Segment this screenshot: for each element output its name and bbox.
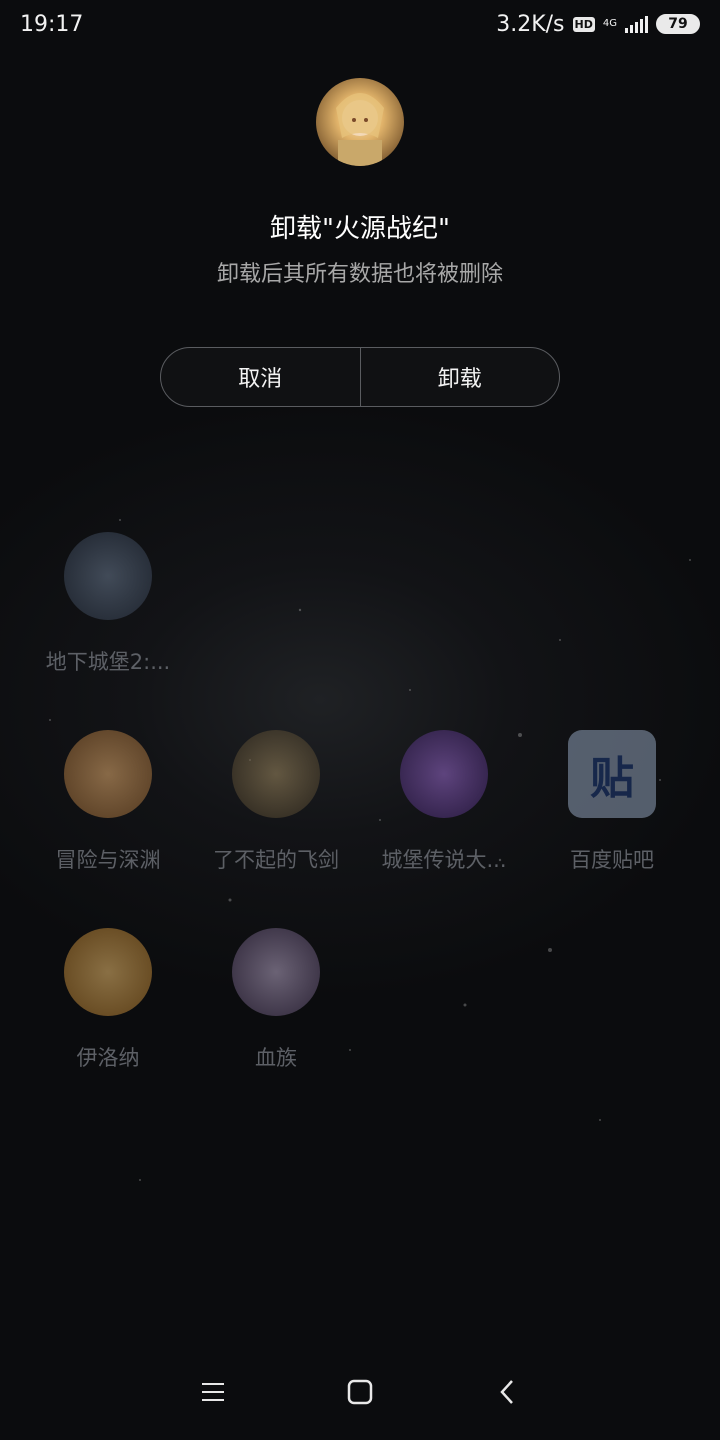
app-item-dungeon-castle[interactable]: 地下城堡2:...: [24, 532, 192, 676]
app-label: 城堡传说大...: [381, 848, 507, 872]
network-type: 4G: [602, 18, 617, 29]
app-label: 地下城堡2:...: [45, 650, 171, 674]
status-icons: 3.2K/s HD 4G 79: [496, 12, 700, 37]
home-button[interactable]: [336, 1368, 384, 1416]
dialog-button-group: 取消 卸载: [160, 347, 560, 407]
back-icon: [499, 1380, 513, 1404]
app-label: 百度贴吧: [570, 848, 654, 872]
vampire-icon: [232, 928, 320, 1016]
cancel-button[interactable]: 取消: [161, 348, 360, 406]
dialog-subtitle: 卸载后其所有数据也将被删除: [216, 262, 503, 287]
adventure-abyss-icon: [64, 730, 152, 818]
app-item-tieba[interactable]: 贴 百度贴吧: [528, 730, 696, 874]
status-bar: 19:17 3.2K/s HD 4G 79: [0, 0, 720, 48]
uninstall-button[interactable]: 卸载: [359, 348, 560, 406]
app-item-adventure-abyss[interactable]: 冒险与深渊: [24, 730, 192, 874]
tieba-icon: 贴: [568, 730, 656, 818]
battery-icon: 79: [656, 14, 700, 34]
castle-legend-icon: [400, 730, 488, 818]
menu-icon: [202, 1383, 225, 1401]
app-icon-huoyuan: [316, 78, 404, 166]
navigation-bar: [0, 1344, 720, 1440]
menu-button[interactable]: [189, 1368, 237, 1416]
app-item-elona[interactable]: 伊洛纳: [24, 928, 192, 1072]
network-speed: 3.2K/s: [496, 11, 565, 37]
app-item-castle-legend[interactable]: 城堡传说大...: [360, 730, 528, 874]
status-time: 19:17: [20, 11, 84, 37]
dungeon-castle-icon: [64, 532, 152, 620]
app-label: 伊洛纳: [76, 1046, 140, 1070]
app-label: 了不起的飞剑: [213, 848, 339, 872]
elona-icon: [64, 928, 152, 1016]
game-character-icon: [336, 93, 384, 166]
app-item-flying-sword[interactable]: 了不起的飞剑: [192, 730, 360, 874]
hd-badge: HD: [572, 16, 595, 32]
dialog-title: 卸载"火源战纪": [270, 214, 450, 244]
back-button[interactable]: [483, 1368, 531, 1416]
home-icon: [347, 1379, 373, 1405]
app-label: 血族: [255, 1046, 297, 1070]
app-label: 冒险与深渊: [55, 848, 161, 872]
battery-level: 79: [668, 16, 688, 32]
signal-icon: [625, 15, 648, 33]
app-item-vampire[interactable]: 血族: [192, 928, 360, 1072]
flying-sword-icon: [232, 730, 320, 818]
